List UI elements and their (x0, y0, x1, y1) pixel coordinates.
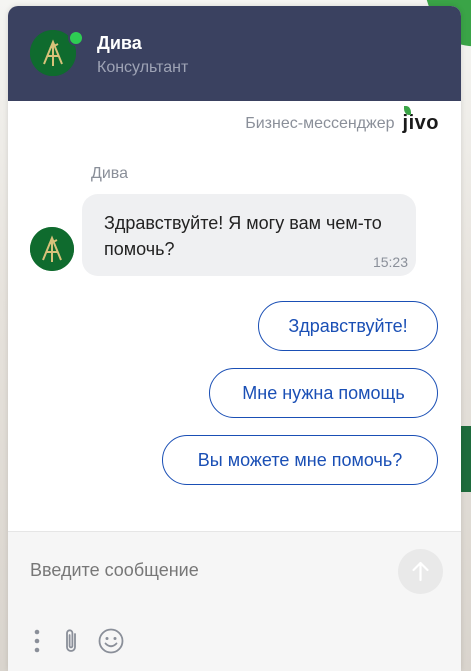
send-button[interactable] (398, 549, 443, 594)
branding[interactable]: Бизнес-мессенджер jivo (245, 106, 439, 135)
quick-reply-need-help[interactable]: Мне нужна помощь (209, 368, 438, 418)
menu-dots-icon[interactable] (22, 626, 52, 656)
quick-reply-hello[interactable]: Здравствуйте! (258, 301, 438, 351)
chat-header: Дива Консультант (8, 6, 461, 101)
message-timestamp: 15:23 (372, 254, 408, 270)
send-arrow-icon (412, 561, 429, 582)
agent-role: Консультант (97, 59, 189, 76)
emoji-icon[interactable] (96, 626, 126, 656)
quick-reply-can-you-help[interactable]: Вы можете мне помочь? (162, 435, 438, 485)
message-avatar (30, 227, 74, 271)
message-sender-name: Дива (91, 165, 128, 182)
message-composer (8, 531, 461, 671)
agent-name: Дива (97, 33, 142, 53)
message-bubble: Здравствуйте! Я могу вам чем-то помочь? … (82, 194, 416, 276)
paperclip-icon[interactable] (56, 626, 86, 656)
message-text: Здравствуйте! Я могу вам чем-то помочь? (104, 213, 382, 259)
branding-text: Бизнес-мессенджер (245, 114, 395, 132)
jivo-logo: jivo (403, 106, 439, 135)
message-input[interactable] (28, 552, 392, 588)
online-status-dot (68, 30, 84, 46)
chat-widget: Дива Консультант Бизнес-мессенджер jivo … (8, 6, 461, 671)
